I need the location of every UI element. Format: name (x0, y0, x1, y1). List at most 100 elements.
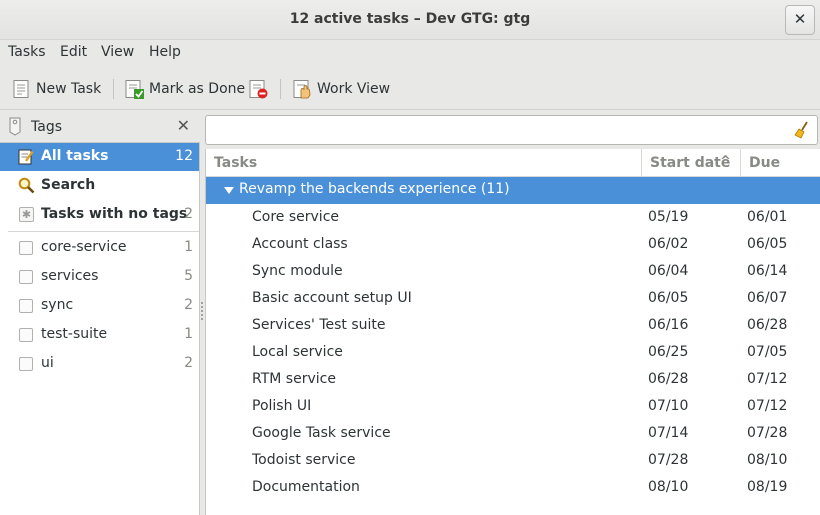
column-header-label: Start date (650, 155, 731, 171)
mark-done-button[interactable]: Mark as Done (124, 76, 245, 102)
sidebar-tag-services[interactable]: services 5 (0, 263, 199, 291)
task-start-date: 06/05 (648, 290, 689, 306)
tag-color-swatch[interactable] (19, 270, 33, 284)
menu-view[interactable]: View (101, 44, 134, 60)
quick-add-field[interactable] (205, 115, 818, 145)
sidebar-tag-sync[interactable]: sync 2 (0, 292, 199, 320)
table-row[interactable]: Services' Test suite 06/16 06/28 (206, 312, 820, 339)
close-button[interactable]: ✕ (785, 5, 815, 35)
tags-pane-header: Tags ✕ (0, 112, 200, 142)
search-icon (18, 177, 35, 198)
task-title: Polish UI (252, 398, 312, 414)
tag-color-swatch[interactable] (19, 241, 33, 255)
task-title: Google Task service (252, 425, 391, 441)
tag-count: 2 (184, 355, 193, 371)
task-due-date: 06/28 (747, 317, 788, 333)
all-tasks-icon (18, 148, 34, 169)
table-row[interactable]: Sync module 06/04 06/14 (206, 258, 820, 285)
clear-search-icon[interactable] (793, 121, 811, 139)
tag-label: sync (41, 297, 74, 313)
tag-count: 1 (184, 239, 193, 255)
sidebar-item-label: All tasks (41, 148, 109, 164)
task-due-date: 06/01 (747, 209, 788, 225)
task-start-date: 07/14 (648, 425, 689, 441)
task-title: Sync module (252, 263, 343, 279)
table-row[interactable]: Polish UI 07/10 07/12 (206, 393, 820, 420)
task-title: Basic account setup UI (252, 290, 412, 306)
no-tags-icon: ✱ (19, 207, 34, 222)
tag-color-swatch[interactable] (19, 328, 33, 342)
menubar: Tasks Edit View Help (0, 40, 820, 68)
task-start-date: 06/28 (648, 371, 689, 387)
task-due-date: 08/10 (747, 452, 788, 468)
sidebar-item-search[interactable]: Search (0, 172, 199, 200)
pane-resize-handle[interactable] (200, 300, 204, 326)
sidebar-item-no-tags[interactable]: ✱ Tasks with no tags 2 (0, 201, 199, 229)
table-row[interactable]: Account class 06/02 06/05 (206, 231, 820, 258)
menu-tasks[interactable]: Tasks (8, 44, 46, 60)
column-header-label: Due (749, 155, 781, 171)
task-title: Local service (252, 344, 343, 360)
sidebar-divider (8, 231, 199, 232)
table-row[interactable]: Basic account setup UI 06/05 06/07 (206, 285, 820, 312)
dismiss-task-icon (248, 79, 268, 99)
search-input[interactable] (212, 120, 787, 140)
task-list: Tasks Start date ^ Due Revamp the backen… (205, 149, 820, 515)
task-start-date: 07/10 (648, 398, 689, 414)
task-start-date: 08/10 (648, 479, 689, 495)
tag-count: 2 (184, 297, 193, 313)
tag-label: ui (41, 355, 54, 371)
task-start-date: 06/02 (648, 236, 689, 252)
column-header-due[interactable]: Due (741, 149, 820, 177)
task-start-date: 06/25 (648, 344, 689, 360)
task-due-date: 07/28 (747, 425, 788, 441)
table-row[interactable]: Documentation 08/10 08/19 (206, 474, 820, 501)
table-row[interactable]: Todoist service 07/28 08/10 (206, 447, 820, 474)
sidebar-tag-core-service[interactable]: core-service 1 (0, 234, 199, 262)
tag-label: core-service (41, 239, 127, 255)
sidebar-tag-test-suite[interactable]: test-suite 1 (0, 321, 199, 349)
expander-icon[interactable] (224, 187, 234, 194)
tag-color-swatch[interactable] (19, 357, 33, 371)
table-row[interactable]: Google Task service 07/14 07/28 (206, 420, 820, 447)
column-header-tasks[interactable]: Tasks (206, 149, 642, 177)
tags-sidebar: All tasks 12 Search ✱ Tasks with no tags… (0, 142, 200, 515)
close-tags-pane-icon[interactable]: ✕ (177, 116, 190, 135)
tag-icon (7, 116, 23, 140)
menu-help[interactable]: Help (149, 44, 181, 60)
tag-count: 5 (184, 268, 193, 284)
sidebar-item-label: Search (41, 177, 96, 193)
task-title: RTM service (252, 371, 336, 387)
task-title: Documentation (252, 479, 360, 495)
task-due-date: 08/19 (747, 479, 788, 495)
table-row[interactable]: RTM service 06/28 07/12 (206, 366, 820, 393)
sidebar-tag-ui[interactable]: ui 2 (0, 350, 199, 378)
new-task-label: New Task (36, 81, 102, 97)
sort-ascending-icon: ^ (720, 154, 731, 169)
task-start-date: 05/19 (648, 209, 689, 225)
tag-color-swatch[interactable] (19, 299, 33, 313)
new-task-icon (11, 79, 31, 99)
mark-done-label: Mark as Done (149, 81, 246, 97)
task-due-date: 07/05 (747, 344, 788, 360)
column-header-start-date[interactable]: Start date ^ (642, 149, 741, 177)
task-group-row[interactable]: Revamp the backends experience (11) (206, 177, 820, 204)
menu-edit[interactable]: Edit (60, 44, 87, 60)
sidebar-item-all-tasks[interactable]: All tasks 12 (0, 143, 199, 171)
mark-done-icon (124, 79, 144, 99)
dismiss-task-button[interactable] (248, 76, 268, 102)
toolbar: New Task Mark as Done Work View (0, 68, 820, 110)
table-row[interactable]: Local service 06/25 07/05 (206, 339, 820, 366)
task-start-date: 06/16 (648, 317, 689, 333)
toolbar-separator (280, 79, 281, 99)
tag-count: 1 (184, 326, 193, 342)
work-view-label: Work View (317, 81, 391, 97)
table-row[interactable]: Core service 05/19 06/01 (206, 204, 820, 231)
tag-label: services (41, 268, 99, 284)
sidebar-item-label: Tasks with no tags (41, 206, 188, 222)
sidebar-item-count: 12 (175, 148, 193, 164)
tags-pane-title: Tags (31, 119, 62, 135)
column-header-label: Tasks (214, 155, 258, 171)
work-view-button[interactable]: Work View (292, 76, 390, 102)
new-task-button[interactable]: New Task (11, 76, 101, 102)
